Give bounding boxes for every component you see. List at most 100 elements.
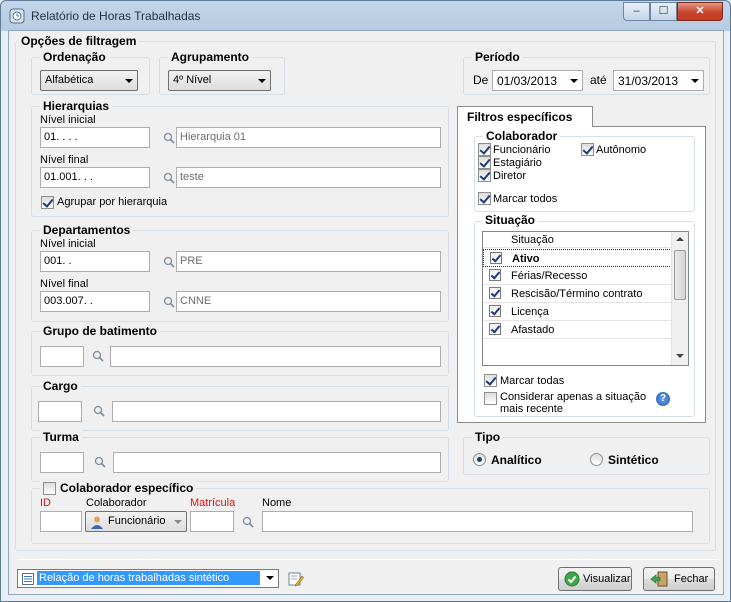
- chevron-down-icon: [258, 79, 266, 83]
- periodo-label: Período: [472, 50, 523, 64]
- title-bar: Relatório de Horas Trabalhadas ‒ ☐ ✕: [1, 1, 730, 31]
- table-row[interactable]: Licença: [483, 303, 672, 321]
- scroll-thumb[interactable]: [674, 250, 686, 300]
- hier-nivel-inicial-code[interactable]: 01. . . .: [40, 127, 150, 148]
- grupo-batimento-group: Grupo de batimento: [31, 324, 449, 376]
- situacao-scrollbar[interactable]: [671, 232, 688, 365]
- row-checkbox[interactable]: [489, 287, 501, 299]
- matricula-input[interactable]: [190, 511, 234, 532]
- marcar-todos-checkbox[interactable]: [478, 192, 491, 205]
- turma-desc[interactable]: [113, 452, 441, 473]
- colaborador-type-value: Funcionário: [108, 515, 166, 527]
- edit-report-icon[interactable]: [288, 571, 304, 587]
- periodo-end-date[interactable]: 31/03/2013: [613, 70, 704, 91]
- table-row[interactable]: Ativo: [483, 249, 672, 267]
- minimize-button[interactable]: ‒: [623, 2, 650, 21]
- cargo-code[interactable]: [38, 401, 82, 422]
- agrupar-hierarquia-checkbox[interactable]: [41, 196, 54, 209]
- colaborador-especifico-checkbox[interactable]: [43, 482, 56, 495]
- periodo-start-value: 01/03/2013: [497, 74, 558, 88]
- situacao-row-label: Afastado: [511, 324, 555, 336]
- close-window-button[interactable]: ✕: [677, 2, 723, 21]
- visualizar-label: Visualizar: [583, 573, 631, 585]
- marcar-todas-checkbox[interactable]: [484, 374, 497, 387]
- colaborador-group-label: Colaborador: [483, 129, 561, 143]
- autonomo-checkbox[interactable]: [581, 143, 594, 156]
- dep-nivel-inicial-desc[interactable]: PRE: [176, 251, 441, 272]
- considerar-label-line2: mais recente: [500, 403, 563, 415]
- search-icon[interactable]: [92, 350, 104, 362]
- help-icon[interactable]: ?: [656, 392, 670, 406]
- periodo-start-date[interactable]: 01/03/2013: [492, 70, 583, 91]
- turma-label: Turma: [40, 430, 82, 444]
- table-row[interactable]: Férias/Recesso: [483, 267, 672, 285]
- scroll-down-icon[interactable]: [676, 354, 684, 358]
- considerar-checkbox[interactable]: [484, 392, 497, 405]
- ordenacao-select[interactable]: Alfabética: [40, 70, 138, 91]
- funcionario-checkbox[interactable]: [478, 143, 491, 156]
- analitico-radio[interactable]: [473, 453, 486, 466]
- nome-input[interactable]: [262, 511, 693, 532]
- grupo-batimento-code[interactable]: [40, 346, 84, 367]
- colaborador-type-select[interactable]: Funcionário: [85, 511, 187, 532]
- hier-nivel-final-desc[interactable]: teste: [176, 167, 441, 188]
- tab-filtros-especificos[interactable]: Filtros específicos: [457, 106, 593, 127]
- diretor-label: Diretor: [493, 170, 527, 182]
- chevron-down-icon: [266, 576, 274, 580]
- search-icon[interactable]: [93, 405, 105, 417]
- maximize-button[interactable]: ☐: [650, 2, 677, 21]
- dep-nivel-final-label: Nível final: [40, 278, 89, 290]
- situacao-column-header: Situação: [511, 234, 554, 246]
- colaborador-especifico-group: Colaborador específico ID Colaborador Fu…: [31, 481, 710, 544]
- colaborador-especifico-label: Colaborador específico: [60, 481, 194, 495]
- estagiario-checkbox[interactable]: [478, 156, 491, 169]
- fechar-label: Fechar: [674, 573, 709, 585]
- marcar-todas-label: Marcar todas: [500, 375, 565, 387]
- diretor-checkbox[interactable]: [478, 169, 491, 182]
- colaborador-type-label: Colaborador: [86, 497, 147, 509]
- cargo-group: Cargo: [31, 379, 449, 431]
- table-row[interactable]: Afastado: [483, 321, 672, 339]
- row-checkbox[interactable]: [490, 252, 502, 264]
- departamentos-label: Departamentos: [40, 223, 134, 237]
- periodo-de-label: De: [473, 73, 489, 87]
- tipo-label: Tipo: [472, 430, 504, 444]
- hier-nivel-inicial-desc[interactable]: Hierarquia 01: [176, 127, 441, 148]
- row-checkbox[interactable]: [489, 323, 501, 335]
- visualizar-button[interactable]: Visualizar: [558, 567, 632, 591]
- sintetico-radio[interactable]: [590, 453, 603, 466]
- grupo-batimento-label: Grupo de batimento: [40, 324, 160, 338]
- table-row[interactable]: Rescisão/Término contrato: [483, 285, 672, 303]
- search-icon[interactable]: [163, 132, 175, 144]
- search-icon[interactable]: [94, 456, 106, 468]
- agrupar-hierarquia-label: Agrupar por hierarquia: [57, 196, 168, 208]
- cargo-desc[interactable]: [112, 401, 441, 422]
- fechar-button[interactable]: Fechar: [643, 567, 715, 591]
- report-window: Relatório de Horas Trabalhadas ‒ ☐ ✕ Opç…: [0, 0, 731, 602]
- scroll-up-icon[interactable]: [676, 237, 684, 241]
- situacao-row-label: Ativo: [512, 253, 540, 265]
- search-icon[interactable]: [163, 296, 175, 308]
- exit-door-icon: [650, 571, 668, 587]
- report-list-icon: [22, 573, 34, 585]
- agrupamento-select[interactable]: 4º Nível: [168, 70, 271, 91]
- search-icon[interactable]: [163, 172, 175, 184]
- colaborador-type-group: Colaborador Funcionário Autônomo Estagiá…: [474, 129, 695, 212]
- hier-nivel-final-label: Nível final: [40, 154, 89, 166]
- turma-code[interactable]: [40, 452, 84, 473]
- situacao-row-label: Licença: [511, 306, 549, 318]
- search-icon[interactable]: [242, 516, 254, 528]
- grupo-batimento-desc[interactable]: [110, 346, 441, 367]
- row-checkbox[interactable]: [489, 269, 501, 281]
- dep-nivel-final-desc[interactable]: CNNE: [176, 291, 441, 312]
- hier-nivel-final-code[interactable]: 01.001. . .: [40, 167, 150, 188]
- row-checkbox[interactable]: [489, 305, 501, 317]
- situacao-label: Situação: [482, 213, 539, 227]
- search-icon[interactable]: [163, 256, 175, 268]
- id-input[interactable]: [40, 511, 82, 532]
- dep-nivel-inicial-code[interactable]: 001. .: [40, 251, 150, 272]
- filtros-especificos-panel: Colaborador Funcionário Autônomo Estagiá…: [457, 126, 706, 423]
- report-type-select[interactable]: Relação de horas trabalhadas sintético: [17, 569, 279, 588]
- situacao-grid-header: Situação: [483, 232, 672, 248]
- dep-nivel-final-code[interactable]: 003.007. .: [40, 291, 150, 312]
